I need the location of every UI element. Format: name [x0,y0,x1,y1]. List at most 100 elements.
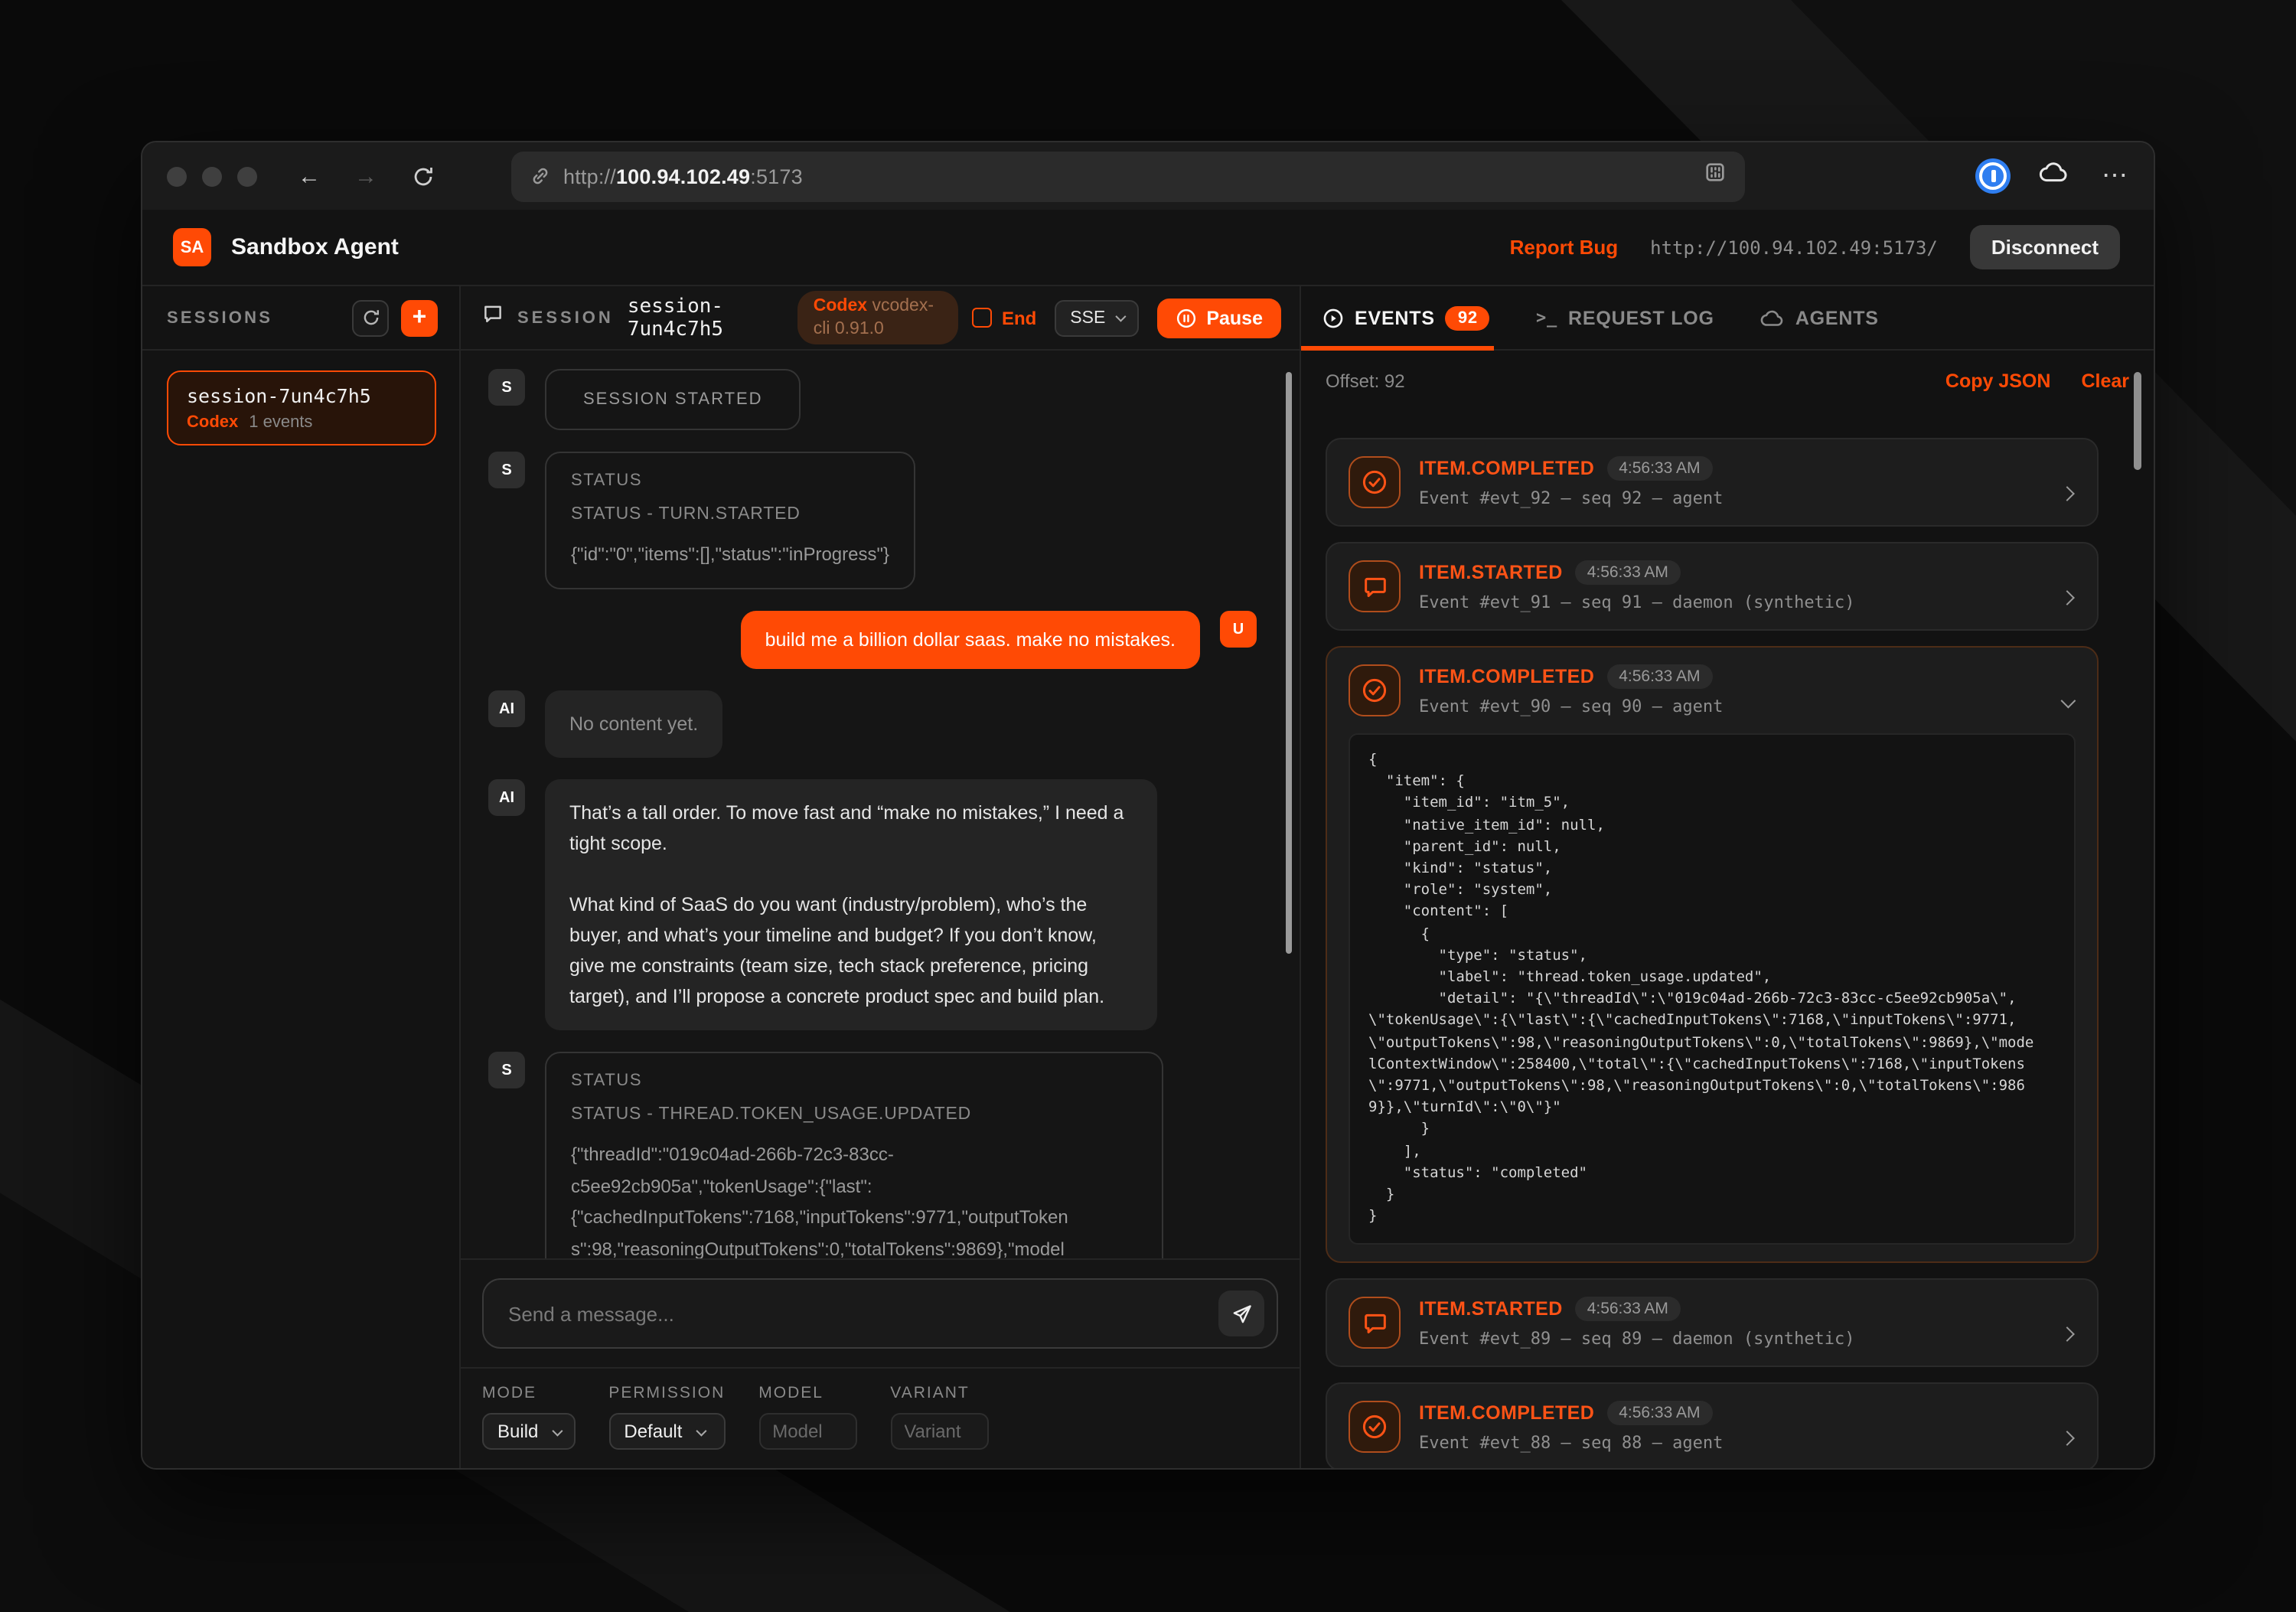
event-json-payload: { "item": { "item_id": "itm_5", "native_… [1349,733,2076,1245]
event-card[interactable]: ITEM.STARTED 4:56:33 AM Event #evt_89 — … [1326,1279,2099,1368]
tab-request-log-label: REQUEST LOG [1568,307,1714,328]
chevron-right-icon[interactable] [2062,479,2073,507]
chat-scrollbar[interactable] [1286,372,1292,954]
browser-nav-buttons: ← → [291,163,441,189]
session-item-agent: Codex [187,413,238,432]
chat-message-assistant: AI That’s a tall order. To move fast and… [488,780,1257,1031]
status-bubble: STATUS STATUS - THREAD.TOKEN_USAGE.UPDAT… [545,1052,1163,1258]
status-subtitle: STATUS - TURN.STARTED [571,505,889,524]
chevron-down-icon [696,1425,706,1436]
chat-message-assistant: AI No content yet. [488,691,1257,759]
cloud-icon [1760,308,1785,327]
variant-label: VARIANT [890,1384,988,1402]
session-started-chip: SESSION STARTED [545,369,801,430]
event-card[interactable]: ITEM.COMPLETED 4:56:33 AM Event #evt_88 … [1326,1383,2099,1468]
app-title: Sandbox Agent [231,234,399,260]
events-meta-actions: Copy JSON Clear [1945,370,2129,392]
assistant-message-bubble: That’s a tall order. To move fast and “m… [545,780,1157,1031]
check-circle-icon [1349,664,1401,716]
mode-control: MODE Build [482,1384,575,1450]
disconnect-button[interactable]: Disconnect [1970,225,2120,269]
tab-request-log[interactable]: >_ REQUEST LOG [1536,307,1714,328]
permission-select[interactable]: Default [608,1413,725,1450]
window-controls [167,166,257,186]
browser-extensions: ⋯ [1979,161,2129,191]
active-tab-indicator [1301,346,1494,351]
chevron-down-icon[interactable] [2062,687,2073,715]
event-time: 4:56:33 AM [1575,560,1681,585]
message-input[interactable] [508,1302,1218,1325]
chevron-right-icon[interactable] [2062,1320,2073,1348]
send-button[interactable] [1218,1291,1264,1336]
event-card-expanded[interactable]: ITEM.COMPLETED 4:56:33 AM Event #evt_90 … [1326,646,2099,1264]
pause-button[interactable]: Pause [1157,298,1281,338]
reload-icon [411,165,434,188]
event-summary: Event #evt_89 — seq 89 — daemon (synthet… [1419,1330,1855,1349]
app-header: SA Sandbox Agent Report Bug http://100.9… [142,210,2154,286]
chevron-right-icon[interactable] [2062,583,2073,611]
mode-label: MODE [482,1384,575,1402]
session-controls: MODE Build PERMISSION Default [461,1367,1300,1468]
tab-agents-label: AGENTS [1795,307,1879,328]
desktop-background: ← → http://100.94.102.49:5173 ⋯ [0,0,2296,1612]
refresh-icon [360,308,380,328]
main-content: SESSIONS + session-7un4c7h5 Codex 1 even… [142,286,2154,1468]
status-json: {"id":"0","items":[],"status":"inProgres… [571,539,889,570]
mode-select[interactable]: Build [482,1413,575,1450]
variant-input[interactable] [890,1413,988,1450]
event-time: 4:56:33 AM [1606,456,1712,481]
session-list-item[interactable]: session-7un4c7h5 Codex 1 events [167,370,436,445]
user-avatar: U [1220,612,1257,648]
browser-menu-button[interactable]: ⋯ [2102,161,2129,191]
model-input[interactable] [758,1413,856,1450]
copy-json-button[interactable]: Copy JSON [1945,370,2051,392]
reader-mode-button[interactable] [1704,161,1727,191]
chevron-right-icon[interactable] [2062,1424,2073,1452]
transport-value: SSE [1070,308,1105,327]
message-input-box [482,1278,1278,1349]
clear-events-button[interactable]: Clear [2081,370,2129,392]
session-label: SESSION [517,308,614,327]
new-session-button[interactable]: + [401,299,438,336]
agent-version-badge: Codex vcodex-cli 0.91.0 [798,290,959,345]
transport-select[interactable]: SSE [1055,299,1139,336]
events-scrollbar[interactable] [2134,372,2141,470]
window-zoom-button[interactable] [237,166,257,186]
session-panel: SESSION session-7un4c7h5 Codex vcodex-cl… [461,286,1300,1468]
composer [461,1258,1300,1367]
cloud-icon [2039,161,2069,184]
tab-agents[interactable]: AGENTS [1760,307,1879,328]
event-summary: Event #evt_88 — seq 88 — agent [1419,1434,1723,1454]
status-title: STATUS [571,1072,1137,1091]
downloads-cloud-button[interactable] [2039,161,2069,191]
assistant-paragraph: What kind of SaaS do you want (industry/… [569,890,1133,1013]
event-card-header: ITEM.COMPLETED 4:56:33 AM Event #evt_88 … [1349,1402,2076,1454]
end-checkbox[interactable] [973,308,993,328]
chevron-down-icon [552,1425,563,1436]
chat-message-status: S STATUS STATUS - TURN.STARTED {"id":"0"… [488,452,1257,590]
events-panel: EVENTS 92 >_ REQUEST LOG AGENTS Offset: … [1300,286,2154,1468]
window-close-button[interactable] [167,166,187,186]
forward-button[interactable]: → [347,163,384,189]
reload-button[interactable] [404,165,441,188]
page-settings-icon [1704,161,1727,184]
back-button[interactable]: ← [291,163,328,189]
end-session-control[interactable]: End [973,307,1036,328]
user-message-bubble: build me a billion dollar saas. make no … [741,612,1200,670]
event-card[interactable]: ITEM.STARTED 4:56:33 AM Event #evt_91 — … [1326,542,2099,631]
session-name: session-7un4c7h5 [628,295,784,341]
event-type: ITEM.COMPLETED [1419,1403,1594,1424]
event-card[interactable]: ITEM.COMPLETED 4:56:33 AM Event #evt_92 … [1326,438,2099,527]
password-manager-icon[interactable] [1979,162,2007,190]
window-minimize-button[interactable] [202,166,222,186]
address-bar[interactable]: http://100.94.102.49:5173 [511,151,1745,201]
server-url: http://100.94.102.49:5173/ [1650,237,1938,258]
event-type: ITEM.STARTED [1419,562,1563,583]
permission-value: Default [624,1421,682,1442]
url-scheme: http:// [563,165,616,188]
terminal-icon: >_ [1536,308,1557,328]
tab-events[interactable]: EVENTS 92 [1322,305,1490,330]
refresh-sessions-button[interactable] [352,299,389,336]
report-bug-link[interactable]: Report Bug [1510,236,1619,259]
assistant-paragraph: That’s a tall order. To move fast and “m… [569,798,1133,860]
